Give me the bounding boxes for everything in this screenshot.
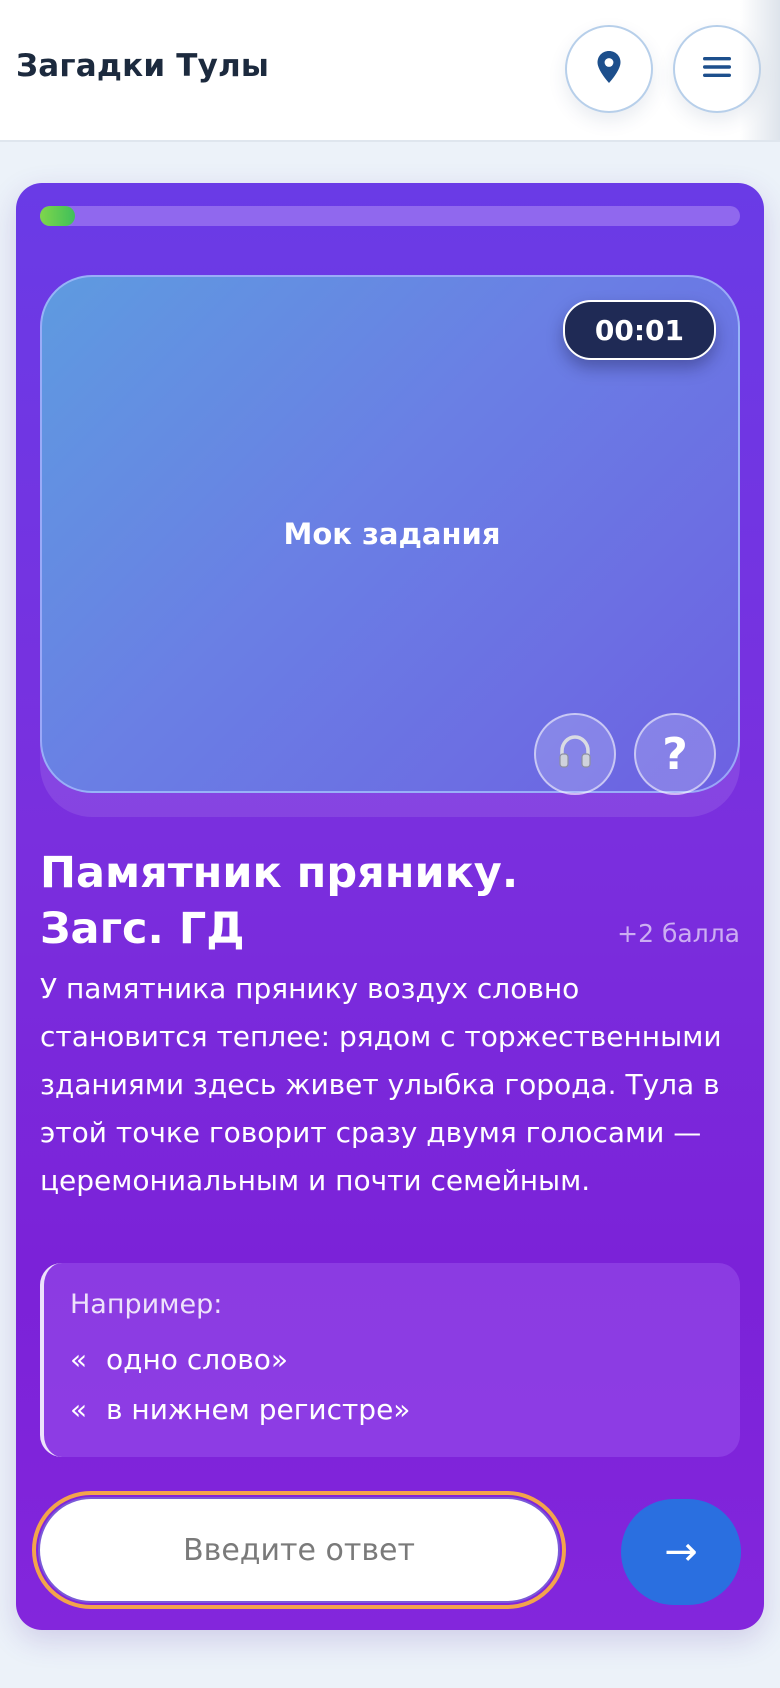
arrow-right-icon: → bbox=[664, 1529, 698, 1575]
progress-fill bbox=[40, 206, 75, 226]
location-button[interactable] bbox=[565, 25, 653, 113]
task-title: Памятник прянику. Загс. ГД bbox=[40, 848, 519, 954]
points-badge: +2 балла bbox=[617, 919, 740, 948]
app-title: Загадки Тулы bbox=[16, 48, 270, 84]
quote-mark: « bbox=[70, 1393, 88, 1426]
example-item: « в нижнем регистре» bbox=[70, 1393, 410, 1426]
answer-example-box: Например: « одно слово» « в нижнем регис… bbox=[40, 1263, 740, 1457]
example-title: Например: bbox=[70, 1289, 223, 1320]
progress-bar bbox=[40, 206, 740, 226]
task-card: 00:01 Мок задания ? Памятник прянику. За… bbox=[16, 183, 764, 1630]
media-placeholder-label: Мок задания bbox=[283, 517, 501, 551]
example-item: « одно слово» bbox=[70, 1343, 288, 1376]
task-media: 00:01 Мок задания ? bbox=[40, 275, 740, 795]
hamburger-menu-icon bbox=[702, 55, 732, 83]
task-description: У памятника прянику воздух словно станов… bbox=[40, 972, 722, 1197]
example-item-text: в нижнем регистре» bbox=[106, 1393, 411, 1426]
header-edge-shadow bbox=[740, 0, 780, 140]
example-item-text: одно слово» bbox=[106, 1343, 289, 1376]
headphones-icon bbox=[555, 732, 595, 776]
audio-button[interactable] bbox=[534, 713, 616, 795]
map-pin-icon bbox=[596, 50, 622, 88]
help-button[interactable]: ? bbox=[634, 713, 716, 795]
quote-mark: « bbox=[70, 1343, 88, 1376]
timer-badge: 00:01 bbox=[562, 300, 716, 360]
app-header: Загадки Тулы bbox=[0, 0, 780, 142]
submit-button[interactable]: → bbox=[621, 1499, 741, 1605]
answer-input[interactable] bbox=[38, 1497, 560, 1603]
task-media-frame: 00:01 Мок задания ? bbox=[40, 275, 740, 817]
question-mark-icon: ? bbox=[662, 728, 688, 780]
